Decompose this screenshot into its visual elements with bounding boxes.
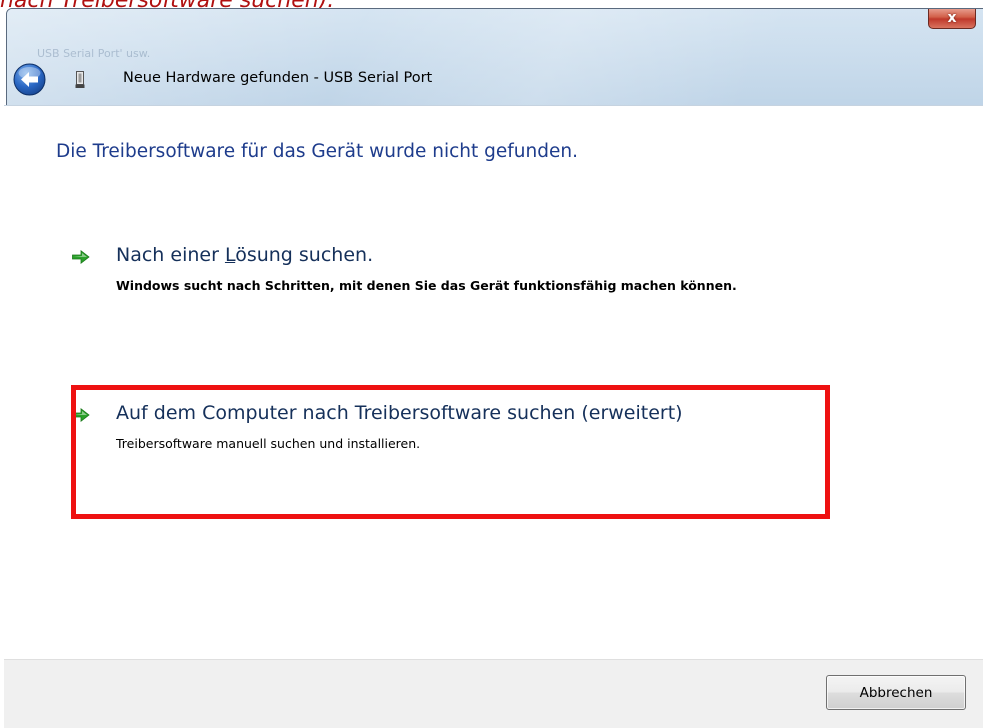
option-search-solution-title[interactable]: Nach einer Lösung suchen. [116, 244, 373, 266]
green-arrow-icon [72, 408, 90, 422]
screenshot-stage: nach Treibersoftware suchen). USB Serial… [0, 0, 983, 728]
back-arrow-icon[interactable] [13, 63, 46, 96]
wizard-content: Die Treibersoftware für das Gerät wurde … [4, 105, 983, 659]
close-icon: x [947, 10, 957, 26]
access-key-letter: L [224, 244, 236, 266]
option-title-prefix: Nach einer [116, 244, 225, 266]
cancel-button[interactable]: Abbrechen [826, 675, 966, 710]
option-title-suffix: ösung suchen. [235, 244, 374, 266]
option-browse-computer-title[interactable]: Auf dem Computer nach Treibersoftware su… [116, 402, 683, 424]
option-search-solution[interactable]: Nach einer Lösung suchen. Windows sucht … [72, 244, 792, 324]
option-browse-computer[interactable]: Auf dem Computer nach Treibersoftware su… [72, 402, 792, 462]
green-arrow-icon [72, 250, 90, 264]
usb-device-icon [75, 71, 85, 88]
option-browse-computer-description: Treibersoftware manuell suchen und insta… [116, 436, 421, 451]
wizard-title: Neue Hardware gefunden - USB Serial Port [123, 70, 433, 86]
close-button[interactable]: x [928, 9, 976, 29]
page-headline: Die Treibersoftware für das Gerät wurde … [56, 141, 578, 162]
wizard-footer: Abbrechen [4, 659, 983, 728]
option-search-solution-description: Windows sucht nach Schritten, mit denen … [116, 278, 737, 293]
